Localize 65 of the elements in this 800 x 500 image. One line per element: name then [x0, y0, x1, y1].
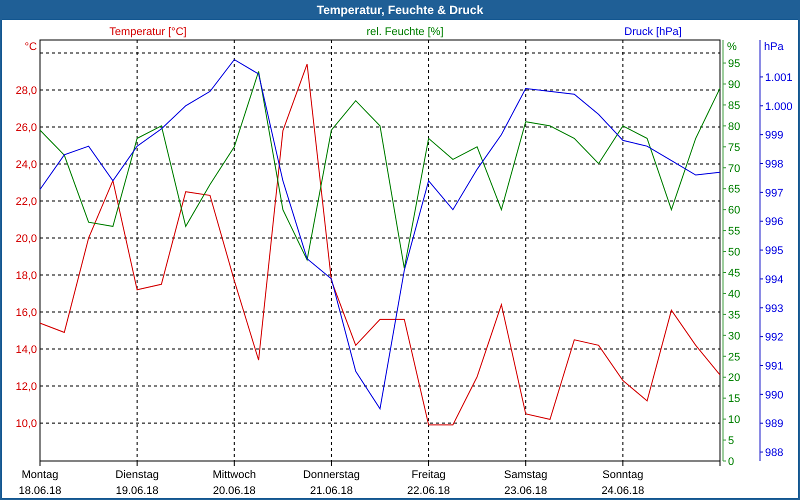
- axis-tick-label: 20: [728, 372, 740, 384]
- axis-unit-label: hPa: [764, 41, 784, 53]
- axis-tick-label: 1.001: [765, 72, 793, 84]
- axis-tick-label: 994: [765, 274, 784, 286]
- axis-tick-label: 0: [728, 456, 734, 468]
- axis-tick-label: 12,0: [16, 381, 37, 394]
- axis-tick-label: 28,0: [16, 84, 37, 97]
- axis-tick-label: 16,0: [16, 307, 37, 320]
- weekday-label: Freitag: [411, 469, 446, 481]
- axis-tick-label: 25: [728, 351, 740, 364]
- axis-tick-label: 15: [728, 393, 740, 406]
- axis-tick-label: 55: [728, 226, 740, 238]
- axis-tick-label: 45: [728, 268, 740, 280]
- axis-tick-label: 5: [728, 435, 734, 448]
- date-label: 18.06.18: [18, 485, 62, 497]
- axis-tick-label: 26,0: [16, 122, 37, 134]
- weekday-label: Samstag: [504, 469, 548, 481]
- series-legend-label: Temperatur [°C]: [109, 26, 187, 38]
- axis-unit-label: °C: [24, 41, 37, 53]
- weekday-label: Dienstag: [115, 469, 159, 481]
- axis-tick-label: 30: [728, 330, 740, 342]
- axis-tick-label: 60: [728, 204, 740, 217]
- axis-tick-label: 988: [765, 447, 784, 460]
- weekday-label: Sonntag: [602, 469, 644, 481]
- axis-tick-label: 996: [765, 216, 784, 228]
- date-label: 23.06.18: [504, 485, 548, 497]
- axis-tick-label: 989: [765, 418, 784, 430]
- series-legend-label: Druck [hPa]: [624, 26, 682, 38]
- series-legend-label: rel. Feuchte [%]: [366, 26, 444, 38]
- date-label: 21.06.18: [310, 485, 353, 497]
- window-title: Temperatur, Feuchte & Druck: [0, 0, 800, 20]
- weekday-label: Montag: [22, 469, 58, 481]
- axis-tick-label: 22,0: [16, 196, 37, 208]
- axis-tick-label: 993: [765, 302, 784, 315]
- axis-tick-label: 990: [765, 389, 784, 402]
- date-label: 24.06.18: [601, 485, 644, 497]
- axis-tick-label: 997: [765, 187, 784, 200]
- axis-tick-label: 10,0: [16, 418, 37, 430]
- axis-tick-label: 999: [765, 130, 784, 142]
- axis-tick-label: 70: [728, 162, 740, 175]
- axis-tick-label: 20,0: [16, 233, 37, 245]
- axis-tick-label: 995: [765, 245, 784, 258]
- axis-tick-label: 75: [728, 142, 740, 154]
- axis-tick-label: 18,0: [16, 270, 37, 282]
- axis-tick-label: 50: [728, 246, 740, 259]
- axis-tick-label: 991: [765, 360, 784, 372]
- axis-unit-label: %: [727, 41, 737, 53]
- axis-tick-label: 40: [728, 288, 740, 300]
- axis-tick-label: 65: [728, 184, 740, 196]
- date-label: 20.06.18: [212, 485, 256, 497]
- date-label: 19.06.18: [116, 485, 159, 497]
- weekday-label: Mittwoch: [212, 469, 256, 481]
- axis-tick-label: 85: [728, 100, 740, 112]
- axis-tick-label: 992: [765, 332, 784, 344]
- date-label: 22.06.18: [407, 485, 450, 497]
- axis-tick-label: 80: [728, 120, 740, 133]
- axis-tick-label: 1.000: [765, 100, 793, 113]
- weekday-label: Donnerstag: [303, 469, 360, 481]
- axis-tick-label: 95: [728, 58, 740, 70]
- axis-tick-label: 10: [728, 414, 740, 426]
- axis-tick-label: 90: [728, 78, 740, 91]
- axis-tick-label: 998: [765, 158, 784, 170]
- axis-tick-label: 14,0: [16, 344, 37, 356]
- axis-tick-label: 35: [728, 309, 740, 322]
- axis-tick-label: 24,0: [16, 158, 37, 171]
